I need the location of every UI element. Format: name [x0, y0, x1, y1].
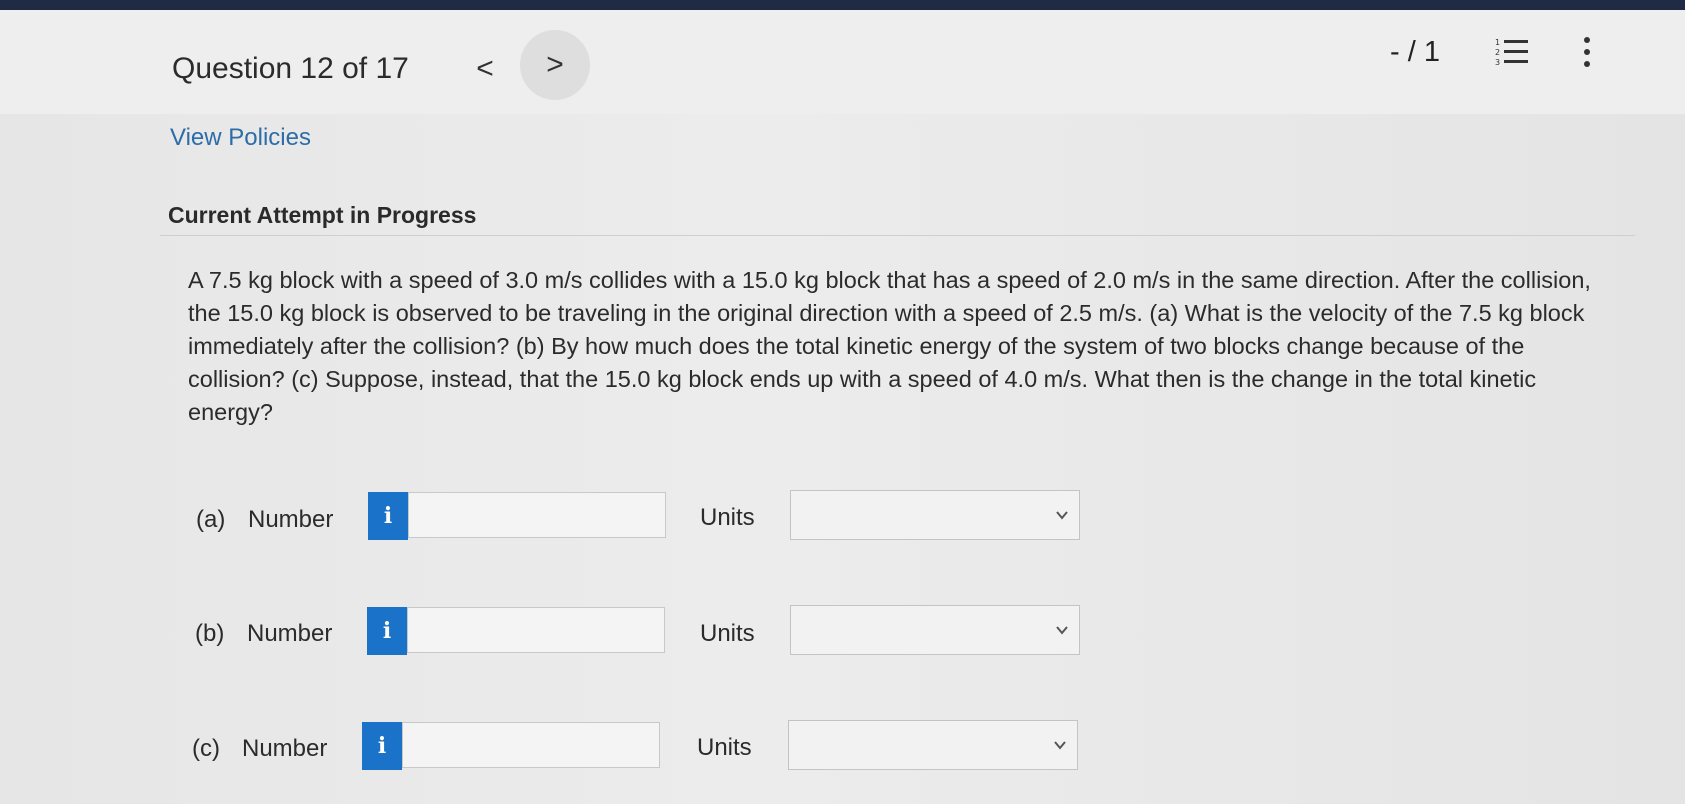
part-a-info-button[interactable]: i — [368, 492, 408, 540]
part-b-units-label: Units — [700, 620, 755, 647]
part-c-info-button[interactable]: i — [362, 722, 402, 770]
part-a-number-label: Number — [248, 506, 334, 533]
part-a-label: (a) — [196, 506, 226, 533]
part-b-info-button[interactable]: i — [367, 607, 407, 655]
part-a-number-input[interactable] — [408, 492, 666, 538]
part-c-number-label: Number — [242, 735, 328, 762]
top-bar — [0, 0, 1685, 10]
part-b-number-label: Number — [247, 620, 333, 647]
chevron-down-icon — [1056, 511, 1068, 520]
part-c-number-input[interactable] — [402, 722, 660, 768]
attempt-heading: Current Attempt in Progress — [168, 202, 477, 228]
part-a-units-select[interactable] — [790, 490, 1080, 540]
score-display: - / 1 — [1390, 36, 1440, 68]
previous-question-button[interactable]: < — [455, 46, 515, 92]
part-c-units-label: Units — [697, 734, 752, 761]
part-a-units-label: Units — [700, 504, 755, 531]
part-b-number-input[interactable] — [407, 607, 665, 653]
question-text: A 7.5 kg block with a speed of 3.0 m/s c… — [188, 267, 1591, 425]
more-vertical-icon[interactable] — [1580, 34, 1594, 70]
next-question-button[interactable]: > — [520, 30, 590, 100]
svg-text:2: 2 — [1495, 48, 1500, 57]
svg-text:1: 1 — [1495, 38, 1500, 47]
numbered-list-icon[interactable]: 1 2 3 — [1495, 36, 1531, 68]
part-b-units-select[interactable] — [790, 605, 1080, 655]
question-counter: Question 12 of 17 — [172, 52, 409, 85]
part-b-label: (b) — [195, 620, 225, 647]
view-policies-link[interactable]: View Policies — [170, 124, 311, 152]
part-c-label: (c) — [192, 735, 220, 762]
part-c-units-select[interactable] — [788, 720, 1078, 770]
divider — [160, 235, 1635, 236]
chevron-down-icon — [1054, 741, 1066, 750]
chevron-down-icon — [1056, 626, 1068, 635]
svg-text:3: 3 — [1495, 58, 1500, 67]
